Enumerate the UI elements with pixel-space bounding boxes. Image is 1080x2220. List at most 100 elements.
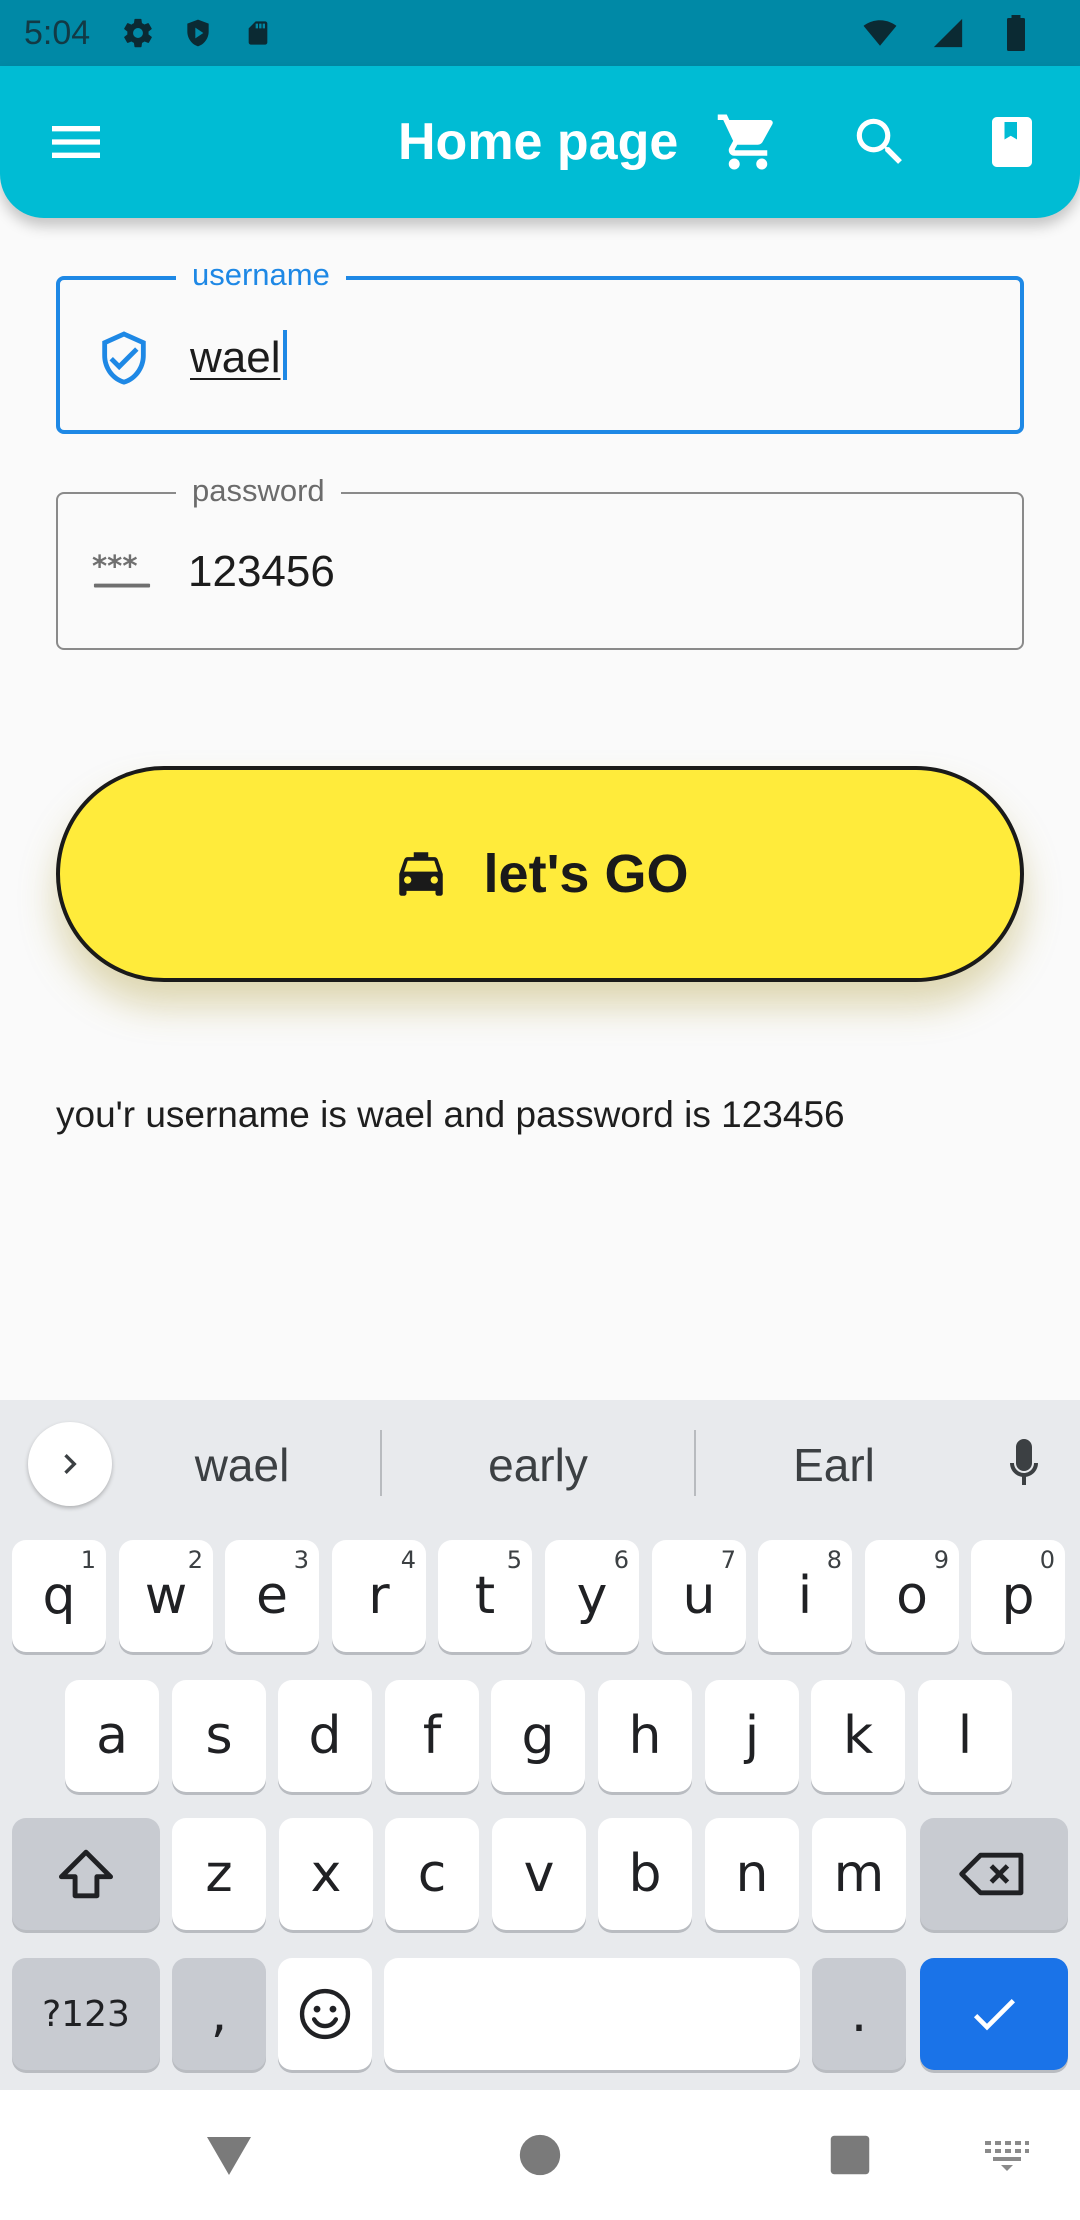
home-circle-icon <box>519 2134 561 2176</box>
shift-key[interactable] <box>12 1818 160 1930</box>
key-v[interactable]: v <box>492 1818 586 1930</box>
key-label: d <box>308 1706 342 1766</box>
key-c[interactable]: c <box>385 1818 479 1930</box>
key-s[interactable]: s <box>172 1680 266 1792</box>
back-triangle-icon <box>207 2137 251 2175</box>
system-nav-bar <box>0 2090 1080 2220</box>
key-k[interactable]: k <box>811 1680 905 1792</box>
symbols-key[interactable]: ?123 <box>12 1958 160 2070</box>
expand-toolbar-button[interactable] <box>28 1422 112 1506</box>
suggestion-divider <box>380 1430 382 1496</box>
cart-icon <box>717 114 773 170</box>
suggestion-3[interactable]: Earl <box>714 1438 954 1492</box>
lets-go-button[interactable]: let's GO <box>56 766 1024 982</box>
book-icon <box>992 117 1032 167</box>
key-t[interactable]: t5 <box>438 1540 532 1652</box>
lets-go-label: let's GO <box>483 844 689 904</box>
book-button[interactable] <box>976 106 1048 178</box>
key-hint: 0 <box>1039 1546 1055 1574</box>
key-label: y <box>576 1566 608 1626</box>
key-u[interactable]: u7 <box>652 1540 746 1652</box>
key-l[interactable]: l <box>918 1680 1012 1792</box>
username-label: username <box>176 256 346 294</box>
done-key[interactable] <box>920 1958 1068 2070</box>
password-label: password <box>176 472 341 510</box>
password-icon: *** <box>92 542 152 602</box>
chevron-right-icon <box>64 1454 77 1474</box>
key-label: r <box>368 1566 390 1626</box>
key-w[interactable]: w2 <box>119 1540 213 1652</box>
key-a[interactable]: a <box>65 1680 159 1792</box>
check-icon <box>973 1999 1015 2031</box>
suggestion-2[interactable]: early <box>418 1438 658 1492</box>
key-label: x <box>310 1844 342 1904</box>
search-icon <box>856 118 902 164</box>
key-o[interactable]: o9 <box>865 1540 959 1652</box>
cart-button[interactable] <box>712 106 784 178</box>
key-label: q <box>42 1566 76 1626</box>
result-text: you'r username is wael and password is 1… <box>56 1094 845 1135</box>
key-label: h <box>628 1706 662 1766</box>
key-label: b <box>628 1844 662 1904</box>
wifi-icon <box>860 13 900 53</box>
key-b[interactable]: b <box>598 1818 692 1930</box>
voice-input-button[interactable] <box>994 1430 1054 1500</box>
key-label: v <box>523 1844 555 1904</box>
back-button[interactable] <box>194 2120 264 2190</box>
key-g[interactable]: g <box>491 1680 585 1792</box>
key-label: e <box>256 1566 288 1626</box>
password-field[interactable]: password *** 123456 <box>56 472 1024 650</box>
key-label: z <box>205 1844 233 1904</box>
key-d[interactable]: d <box>278 1680 372 1792</box>
key-h[interactable]: h <box>598 1680 692 1792</box>
status-time: 5:04 <box>24 13 91 52</box>
key-hint: 1 <box>80 1546 96 1574</box>
key-y[interactable]: y6 <box>545 1540 639 1652</box>
username-value: wael <box>190 333 281 382</box>
soft-keyboard: wael early Earl ?123 , . q1w2e3r4t5y6u7i… <box>0 1400 1080 2090</box>
key-m[interactable]: m <box>812 1818 906 1930</box>
key-label: n <box>735 1844 769 1904</box>
key-p[interactable]: p0 <box>971 1540 1065 1652</box>
app-bar: Home page <box>0 66 1080 218</box>
backspace-key[interactable] <box>920 1818 1068 1930</box>
period-key[interactable]: . <box>812 1958 906 2070</box>
key-r[interactable]: r4 <box>332 1540 426 1652</box>
key-x[interactable]: x <box>279 1818 373 1930</box>
suggestion-divider <box>694 1430 696 1496</box>
text-cursor <box>282 330 287 380</box>
key-label: w <box>144 1566 188 1626</box>
emoji-key[interactable] <box>278 1958 372 2070</box>
key-label: s <box>205 1706 233 1766</box>
key-hint: 7 <box>720 1546 736 1574</box>
key-label: m <box>833 1844 885 1904</box>
shift-icon <box>59 1849 113 1899</box>
status-bar: 5:04 <box>0 0 1080 66</box>
recents-button[interactable] <box>815 2120 885 2190</box>
key-z[interactable]: z <box>172 1818 266 1930</box>
signal-icon <box>928 13 968 53</box>
key-i[interactable]: i8 <box>758 1540 852 1652</box>
recents-square-icon <box>830 2135 870 2175</box>
key-hint: 9 <box>933 1546 949 1574</box>
key-f[interactable]: f <box>385 1680 479 1792</box>
keyboard-switch-button[interactable] <box>972 2120 1042 2190</box>
key-n[interactable]: n <box>705 1818 799 1930</box>
suggestion-1[interactable]: wael <box>122 1438 362 1492</box>
menu-button[interactable] <box>44 110 108 174</box>
microphone-icon <box>1010 1439 1038 1485</box>
home-button[interactable] <box>505 2120 575 2190</box>
username-field[interactable]: username wael <box>56 256 1024 434</box>
key-label: i <box>797 1566 813 1626</box>
space-key[interactable] <box>384 1958 800 2070</box>
key-label: o <box>896 1566 928 1626</box>
shield-play-icon <box>178 13 218 53</box>
key-e[interactable]: e3 <box>225 1540 319 1652</box>
key-hint: 2 <box>187 1546 203 1574</box>
key-j[interactable]: j <box>705 1680 799 1792</box>
key-hint: 3 <box>293 1546 309 1574</box>
search-button[interactable] <box>844 106 916 178</box>
comma-key[interactable]: , <box>172 1958 266 2070</box>
key-q[interactable]: q1 <box>12 1540 106 1652</box>
keyboard-icon <box>985 2141 1029 2171</box>
